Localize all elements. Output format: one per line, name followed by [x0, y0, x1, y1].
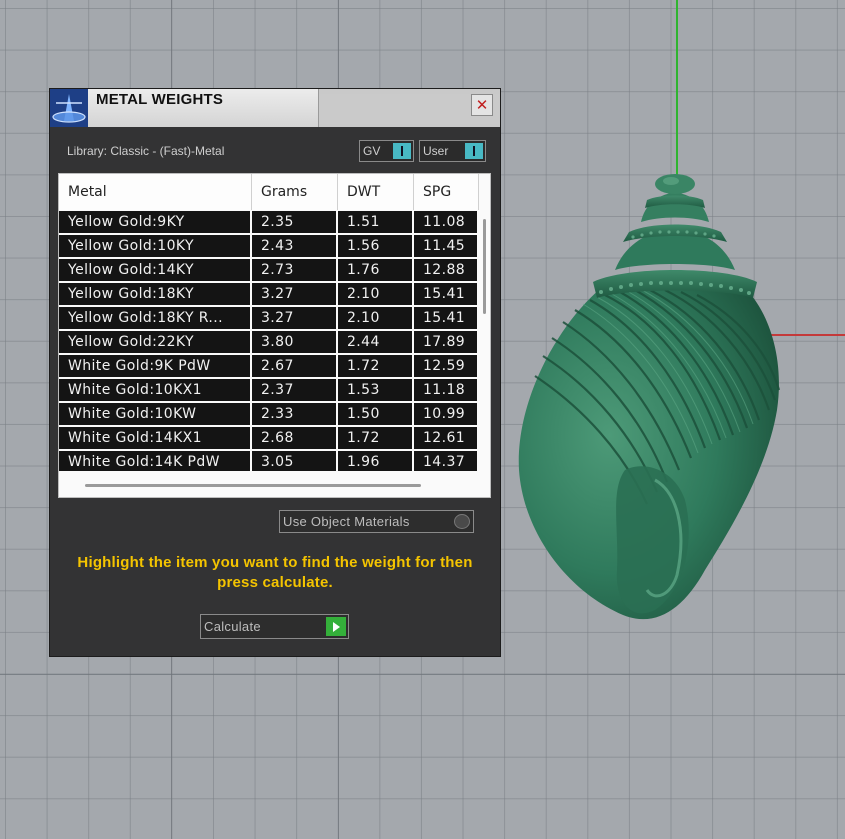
cell-spg: 15.41 [414, 283, 479, 306]
column-header-grams[interactable]: Grams [252, 174, 338, 210]
shell-3d-model[interactable] [505, 170, 795, 630]
table-row[interactable]: White Gold:14K PdW 3.05 1.96 14.37 [59, 451, 479, 471]
cell-spg: 10.99 [414, 403, 479, 426]
cell-dwt: 1.96 [338, 451, 414, 471]
use-object-materials-label: Use Object Materials [283, 514, 410, 529]
table-body: Yellow Gold:9KY 2.35 1.51 11.08 Yellow G… [59, 211, 479, 471]
horizontal-scrollbar[interactable] [59, 474, 479, 496]
cell-spg: 11.18 [414, 379, 479, 402]
table-row[interactable]: White Gold:9K PdW 2.67 1.72 12.59 [59, 355, 479, 379]
table-row[interactable]: Yellow Gold:22KY 3.80 2.44 17.89 [59, 331, 479, 355]
shell-render [518, 174, 781, 620]
cell-metal: Yellow Gold:18KY [59, 283, 252, 306]
toggle-on-icon [393, 143, 411, 159]
cell-metal: Yellow Gold:14KY [59, 259, 252, 282]
cell-grams: 2.73 [252, 259, 338, 282]
cell-spg: 12.88 [414, 259, 479, 282]
cell-grams: 2.35 [252, 211, 338, 234]
instruction-line: Highlight the item you want to find the … [77, 554, 473, 591]
use-object-materials-toggle[interactable]: Use Object Materials [279, 510, 474, 533]
cell-dwt: 1.72 [338, 427, 414, 450]
cell-metal: Yellow Gold:9KY [59, 211, 252, 234]
cell-dwt: 2.10 [338, 307, 414, 330]
table-row[interactable]: Yellow Gold:18KY R... 3.27 2.10 15.41 [59, 307, 479, 331]
cell-metal: White Gold:14K PdW [59, 451, 252, 471]
cell-spg: 11.45 [414, 235, 479, 258]
user-toggle-label: User [423, 144, 449, 158]
grid-line [0, 674, 845, 675]
toggle-on-icon [465, 143, 483, 159]
cell-dwt: 2.44 [338, 331, 414, 354]
horizontal-scroll-thumb[interactable] [85, 484, 421, 487]
cell-spg: 14.37 [414, 451, 479, 471]
column-header-dwt[interactable]: DWT [338, 174, 414, 210]
table-row[interactable]: White Gold:14KX1 2.68 1.72 12.61 [59, 427, 479, 451]
gv-toggle-label: GV [363, 144, 381, 158]
cell-metal: White Gold:10KW [59, 403, 252, 426]
cell-spg: 12.61 [414, 427, 479, 450]
title-bar[interactable]: METAL WEIGHTS ✕ [50, 89, 500, 127]
table-row[interactable]: Yellow Gold:9KY 2.35 1.51 11.08 [59, 211, 479, 235]
cell-metal: Yellow Gold:22KY [59, 331, 252, 354]
radio-off-icon [454, 514, 470, 529]
cell-spg: 17.89 [414, 331, 479, 354]
play-arrow-icon [326, 617, 346, 636]
cell-grams: 2.68 [252, 427, 338, 450]
user-toggle[interactable]: User [419, 140, 486, 162]
column-header-spg[interactable]: SPG [414, 174, 479, 210]
cell-dwt: 1.56 [338, 235, 414, 258]
table-header: Metal Grams DWT SPG [59, 174, 479, 210]
cell-dwt: 1.76 [338, 259, 414, 282]
cell-spg: 11.08 [414, 211, 479, 234]
cell-dwt: 2.10 [338, 283, 414, 306]
cell-grams: 2.43 [252, 235, 338, 258]
cell-grams: 2.33 [252, 403, 338, 426]
scale-icon [50, 89, 88, 127]
library-label: Library: Classic - (Fast)-Metal [67, 144, 225, 158]
cell-dwt: 1.53 [338, 379, 414, 402]
cell-grams: 2.37 [252, 379, 338, 402]
metal-weights-panel: METAL WEIGHTS ✕ Library: Classic - (Fast… [49, 88, 501, 657]
cell-metal: White Gold:9K PdW [59, 355, 252, 378]
table-row[interactable]: Yellow Gold:18KY 3.27 2.10 15.41 [59, 283, 479, 307]
vertical-scrollbar[interactable] [479, 211, 490, 471]
cell-grams: 3.80 [252, 331, 338, 354]
window-title: METAL WEIGHTS [96, 91, 224, 108]
y-axis-line [676, 0, 678, 182]
table-row[interactable]: Yellow Gold:14KY 2.73 1.76 12.88 [59, 259, 479, 283]
cell-grams: 2.67 [252, 355, 338, 378]
cell-grams: 3.27 [252, 307, 338, 330]
calculate-button[interactable]: Calculate [200, 614, 349, 639]
cell-metal: White Gold:14KX1 [59, 427, 252, 450]
metal-table: Metal Grams DWT SPG Yellow Gold:9KY 2.35… [58, 173, 491, 498]
cell-metal: Yellow Gold:18KY R... [59, 307, 252, 330]
cell-metal: White Gold:10KX1 [59, 379, 252, 402]
cell-dwt: 1.50 [338, 403, 414, 426]
cell-grams: 3.05 [252, 451, 338, 471]
vertical-scroll-thumb[interactable] [483, 219, 486, 314]
cell-dwt: 1.72 [338, 355, 414, 378]
cell-dwt: 1.51 [338, 211, 414, 234]
close-button[interactable]: ✕ [471, 94, 493, 116]
table-row[interactable]: White Gold:10KX1 2.37 1.53 11.18 [59, 379, 479, 403]
table-row[interactable]: White Gold:10KW 2.33 1.50 10.99 [59, 403, 479, 427]
column-header-metal[interactable]: Metal [59, 174, 252, 210]
cell-spg: 12.59 [414, 355, 479, 378]
cell-spg: 15.41 [414, 307, 479, 330]
calculate-label: Calculate [204, 619, 261, 634]
close-icon: ✕ [475, 96, 489, 114]
instruction-text: Highlight the item you want to find the … [50, 553, 500, 593]
gv-toggle[interactable]: GV [359, 140, 414, 162]
table-row[interactable]: Yellow Gold:10KY 2.43 1.56 11.45 [59, 235, 479, 259]
cell-metal: Yellow Gold:10KY [59, 235, 252, 258]
cell-grams: 3.27 [252, 283, 338, 306]
title-tab[interactable]: METAL WEIGHTS [88, 89, 319, 127]
